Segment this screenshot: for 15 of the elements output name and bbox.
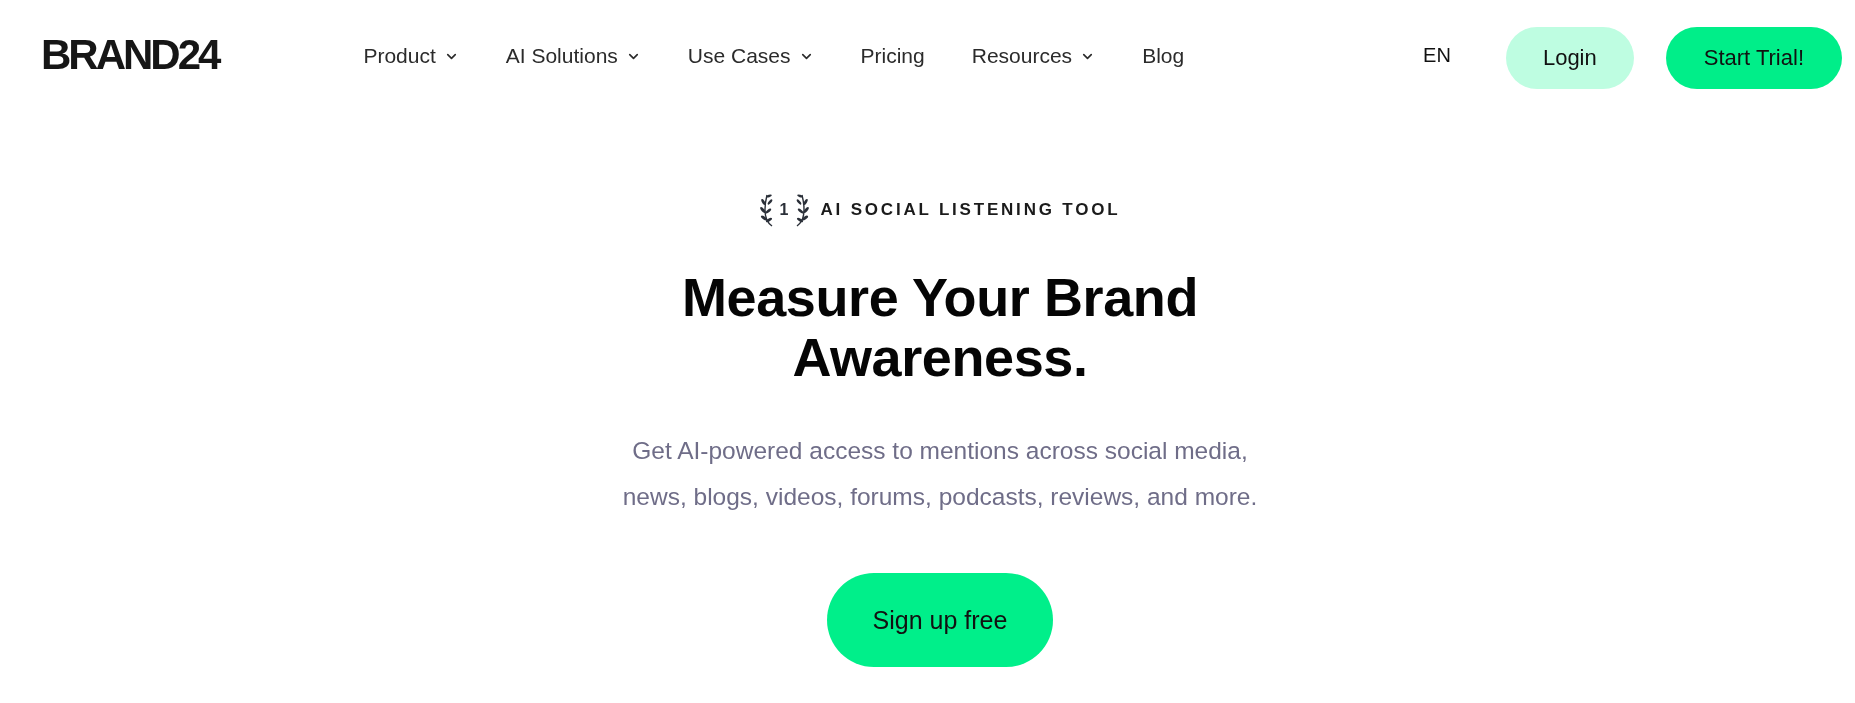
brand-logo[interactable]: BRAND24 [41, 34, 219, 76]
nav-item[interactable]: Product [363, 44, 459, 68]
hero-description: Get AI-powered access to mentions across social media, news, blogs, videos, forums, podcasts, reviews, and more. [621, 436, 1259, 512]
hero-heading: Measure Your Brand Awareness. [681, 267, 1199, 387]
rank-number: 1 [779, 202, 789, 218]
start-trial-button[interactable]: Start Trial! [1665, 27, 1842, 89]
nav-item[interactable]: Blog [1142, 44, 1185, 68]
nav-item[interactable]: AI Solutions [505, 44, 641, 68]
award-label: AI SOCIAL LISTENING TOOL [820, 200, 1121, 220]
nav-item[interactable]: Resources [971, 44, 1096, 68]
sign-up-button[interactable]: Sign up free [827, 573, 1053, 667]
language-selector[interactable]: EN [1423, 43, 1451, 67]
nav-item[interactable]: Pricing [860, 44, 925, 68]
login-button[interactable]: Login [1505, 27, 1634, 89]
nav-item[interactable]: Use Cases [687, 44, 814, 68]
